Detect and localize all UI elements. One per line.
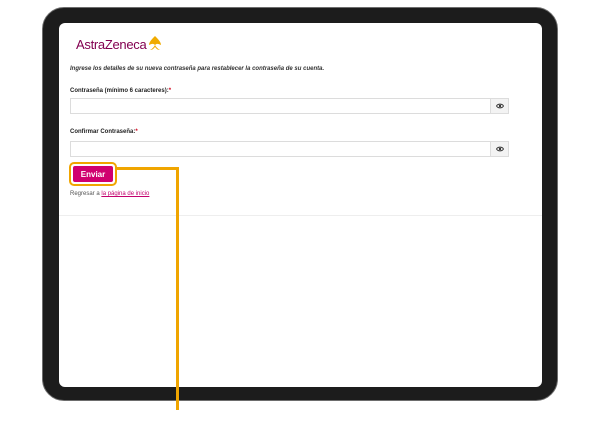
required-marker: * (135, 129, 138, 135)
back-prefix: Regresar a (70, 191, 100, 197)
password-label: Contraseña (mínimo 6 caracteres):* (70, 88, 171, 94)
submit-button[interactable]: Enviar (73, 166, 113, 182)
tablet-screen: AstraZeneca Ingrese los detalles de su n… (59, 23, 542, 387)
brand-logo: AstraZeneca (76, 36, 163, 53)
instructions-text: Ingrese los detalles de su nueva contras… (70, 66, 325, 72)
tablet-frame: AstraZeneca Ingrese los detalles de su n… (42, 7, 558, 401)
home-page-link[interactable]: la página de inicio (101, 191, 149, 197)
confirm-password-input[interactable] (73, 143, 492, 158)
back-to-home: Regresar a la página de inicio (70, 191, 149, 197)
confirm-label-text: Confirmar Contraseña: (70, 129, 136, 135)
brand-name: AstraZeneca (76, 37, 147, 52)
show-password-button[interactable] (490, 99, 508, 113)
password-field[interactable] (70, 98, 509, 115)
astrazeneca-logo-icon (149, 36, 162, 50)
eye-icon (495, 146, 504, 152)
required-marker: * (168, 88, 172, 94)
password-label-text: Contraseña (mínimo 6 caracteres): (70, 88, 169, 94)
divider (59, 215, 542, 216)
confirm-password-field[interactable] (70, 141, 509, 158)
callout-line (176, 167, 179, 410)
callout-line (116, 167, 178, 170)
confirm-password-label: Confirmar Contraseña:* (70, 129, 138, 135)
show-confirm-password-button[interactable] (490, 142, 508, 156)
eye-icon (495, 103, 504, 109)
password-input[interactable] (73, 100, 492, 115)
